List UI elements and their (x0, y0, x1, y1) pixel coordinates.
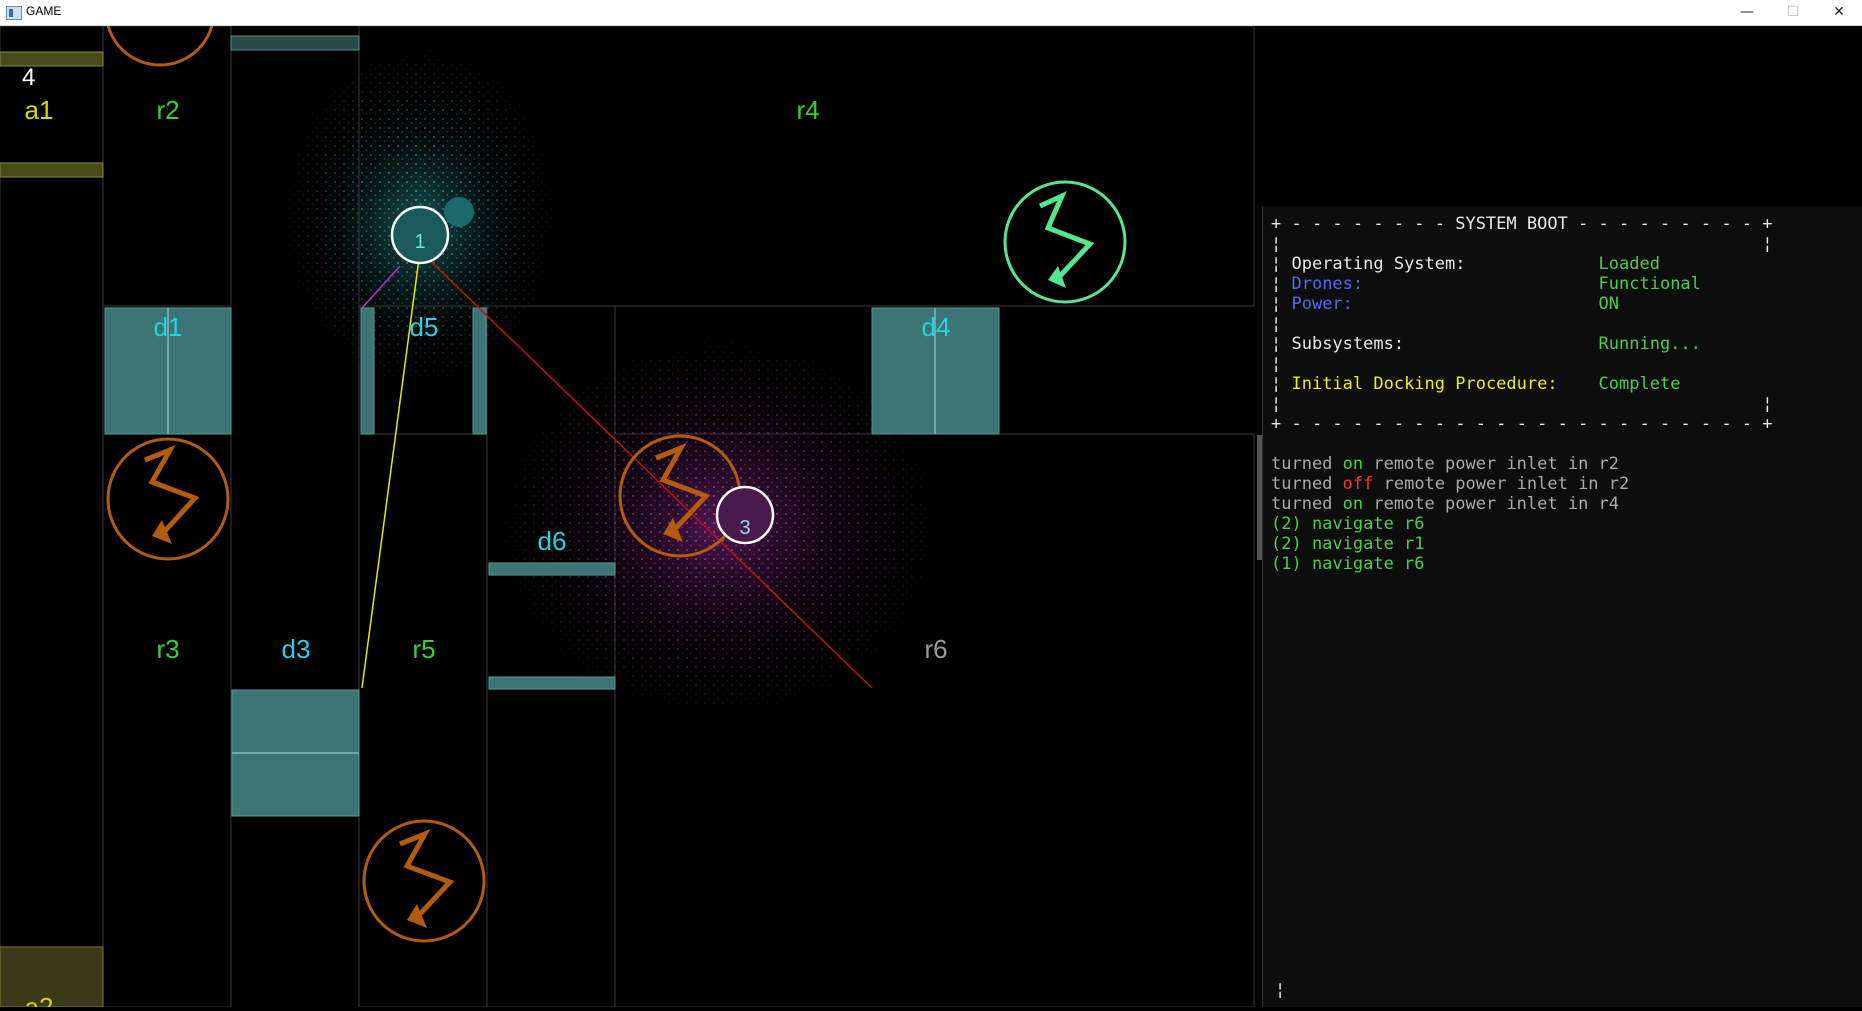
log-line: (1) navigate r6 (1271, 554, 1425, 574)
console-prompt[interactable]: ¦ (1275, 980, 1285, 1000)
boot-docking-key: Initial Docking Procedure: (1291, 374, 1558, 394)
system-boot-box: + - - - - - - - - SYSTEM BOOT - - - - - … (1271, 214, 1773, 434)
boot-footer: + - - - - - - - - - - - - - - - - - - - … (1271, 414, 1773, 434)
drone-3-label: 3 (739, 517, 750, 539)
log-line: (2) navigate r6 (1271, 514, 1425, 534)
room-r5-label: r5 (412, 634, 435, 664)
log-line: turned off remote power inlet in r2 (1271, 474, 1630, 494)
app-icon (6, 6, 22, 20)
airlock-a1-hatch-bottom (0, 162, 104, 178)
console-log: turned on remote power inlet in r2 turne… (1271, 454, 1629, 574)
window-titlebar: GAME — ☐ ✕ (0, 0, 1862, 26)
room-r2[interactable] (102, 25, 232, 307)
boot-drones-key: Drones: (1291, 274, 1364, 294)
boot-docking-value: Complete (1598, 374, 1681, 394)
room-r3[interactable] (102, 433, 232, 1008)
boot-drones-value: Functional (1598, 274, 1701, 294)
room-r4-label: r4 (796, 95, 819, 125)
boot-header: + - - - - - - - - SYSTEM BOOT - - - - - … (1271, 214, 1773, 234)
boot-subsystems-value: Running... (1598, 334, 1701, 354)
window-title: GAME (26, 4, 62, 18)
airlock-a1-top (0, 25, 104, 53)
door-d1-label: d1 (154, 312, 183, 342)
log-line: turned on remote power inlet in r2 (1271, 454, 1620, 474)
door-d6-label: d6 (538, 526, 567, 556)
hud-counter: 4 (22, 64, 35, 91)
door-d5-label: d5 (410, 312, 439, 342)
console-panel[interactable]: + - - - - - - - - SYSTEM BOOT - - - - - … (1262, 206, 1862, 1007)
door-d3[interactable] (231, 689, 360, 817)
airlock-a2-label: a2 (25, 992, 54, 1007)
door-d4-label: d4 (922, 312, 951, 342)
airlock-a1-label: a1 (25, 95, 54, 125)
boot-power-key: Power: (1291, 294, 1353, 314)
log-line: turned on remote power inlet in r4 (1271, 494, 1620, 514)
drone-1-label: 1 (414, 231, 425, 253)
room-r2-label: r2 (156, 95, 179, 125)
boot-os-value: Loaded (1598, 254, 1660, 274)
console-scrollbar[interactable] (1257, 435, 1262, 560)
boot-power-value: ON (1598, 294, 1620, 314)
airlock-a1-hatch-top (0, 51, 104, 67)
room-r6-label: r6 (924, 634, 947, 664)
log-line: (2) navigate r1 (1271, 534, 1425, 554)
close-button[interactable]: ✕ (1816, 0, 1862, 25)
room-r3-label: r3 (156, 634, 179, 664)
corridor-left (0, 170, 104, 967)
maximize-button[interactable]: ☐ (1770, 0, 1816, 25)
boot-subsystems-key: Subsystems: (1291, 334, 1405, 354)
door-d3-label: d3 (282, 634, 311, 664)
boot-os-key: Operating System: (1291, 254, 1466, 274)
minimize-button[interactable]: — (1724, 0, 1770, 25)
